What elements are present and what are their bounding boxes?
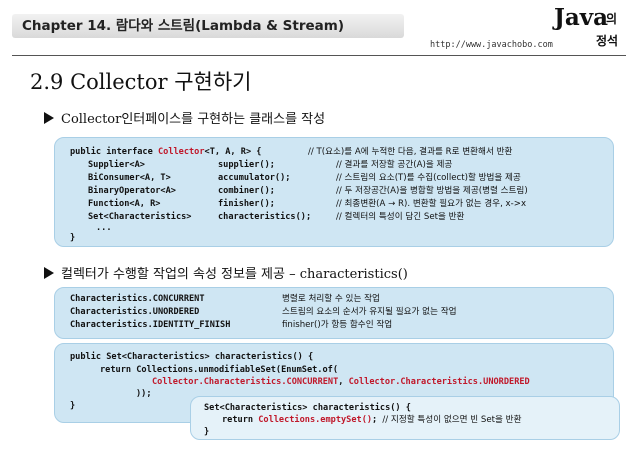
triangle-bullet-icon: [44, 267, 54, 279]
empty-code-line: Set<Characteristics> characteristics() {: [204, 403, 411, 413]
method-code-line: ));: [136, 389, 152, 399]
member-comment: // 스트림의 요소(T)를 수집(collect)할 방법을 제공: [336, 173, 521, 183]
header-divider: [12, 55, 626, 56]
logo-java-text: Java: [554, 4, 609, 31]
code-ellipsis: ...: [96, 223, 112, 233]
member-comment: // 두 저장공간(A)을 병합할 방법을 제공(병렬 스트림): [336, 186, 528, 196]
member-name: finisher();: [218, 199, 275, 209]
method-code-line: public Set<Characteristics> characterist…: [70, 352, 314, 362]
constant-name: Characteristics.IDENTITY_FINISH: [70, 320, 231, 330]
member-comment: // 컬렉터의 특성이 담긴 Set을 반환: [336, 212, 465, 222]
logo-korean-title: 정석: [596, 34, 619, 48]
logo-korean-particle: 의: [606, 12, 618, 26]
member-name: accumulator();: [218, 173, 291, 183]
empty-code-line: }: [204, 427, 210, 437]
method-code-line: return Collections.unmodifiableSet(EnumS…: [100, 365, 338, 375]
method-code-line: }: [70, 401, 76, 411]
triangle-bullet-icon: [44, 112, 54, 124]
bullet-text: Collector인터페이스를 구현하는 클래스를 작성: [61, 112, 326, 127]
code-comment-declaration: // T(요소)를 A에 누적한 다음, 결과를 R로 변환해서 반환: [308, 147, 513, 157]
method-code-line: Collector.Characteristics.CONCURRENT, Co…: [152, 377, 530, 387]
code-close-brace: }: [70, 233, 76, 243]
slide-title: 2.9 Collector 구현하기: [30, 70, 252, 94]
constant-name: Characteristics.CONCURRENT: [70, 294, 205, 304]
empty-code-line: return Collections.emptySet(); // 지정할 특성…: [222, 415, 522, 425]
constant-description: 병렬로 처리할 수 있는 작업: [282, 294, 380, 304]
member-name: characteristics();: [218, 212, 312, 222]
member-comment: // 최종변환(A → R). 변환할 필요가 없는 경우, x->x: [336, 199, 527, 209]
code-line-declaration: public interface Collector<T, A, R> {: [70, 147, 262, 157]
constant-name: Characteristics.UNORDERED: [70, 307, 200, 317]
constant-description: 스트림의 요소의 순서가 유지될 필요가 없는 작업: [282, 307, 457, 317]
bullet-text: 컬렉터가 수행할 작업의 속성 정보를 제공 – characteristics…: [61, 267, 408, 282]
member-type: Supplier<A>: [88, 160, 145, 170]
bullet-implement-collector: Collector인터페이스를 구현하는 클래스를 작성: [44, 108, 325, 127]
member-name: combiner();: [218, 186, 275, 196]
member-comment: // 결과를 저장할 공간(A)을 제공: [336, 160, 453, 170]
chapter-title: Chapter 14. 람다와 스트림(Lambda & Stream): [12, 14, 404, 38]
member-name: supplier();: [218, 160, 275, 170]
bullet-characteristics: 컬렉터가 수행할 작업의 속성 정보를 제공 – characteristics…: [44, 263, 408, 282]
site-url[interactable]: http://www.javachobo.com: [430, 40, 553, 50]
member-type: BiConsumer<A, T>: [88, 173, 171, 183]
member-type: Function<A, R>: [88, 199, 161, 209]
constant-description: finisher()가 항등 함수인 작업: [282, 320, 393, 330]
member-type: BinaryOperator<A>: [88, 186, 176, 196]
